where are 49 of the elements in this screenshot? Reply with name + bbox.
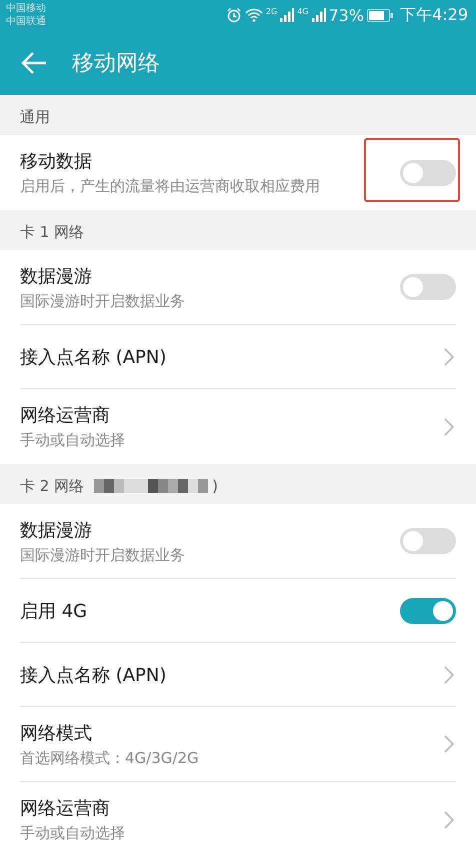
section-title: 通用 — [20, 108, 50, 126]
settings-row[interactable]: 启用 4G — [20, 579, 456, 643]
chevron-right-icon — [444, 810, 454, 828]
screen-title: 移动网络 — [72, 50, 160, 78]
row-title: 启用 4G — [20, 600, 88, 622]
settings-row[interactable]: 网络运营商 手动或自动选择 — [20, 782, 456, 848]
clock-time: 下午4:29 — [400, 4, 468, 26]
section-title: 卡 2 网络 — [20, 476, 84, 496]
wifi-icon — [244, 8, 263, 22]
row-title: 数据漫游 — [20, 264, 93, 288]
row-subtitle: 启用后，产生的流量将由运营商收取相应费用 — [20, 177, 320, 196]
network-type-label: 4G — [297, 6, 308, 16]
row-title: 接入点名称 (APN) — [20, 346, 166, 368]
network-type-label: 2G — [266, 6, 278, 16]
carrier-name: 中国联通 — [6, 15, 46, 28]
settings-row[interactable]: 网络运营商 手动或自动选择 — [20, 389, 456, 464]
row-title: 网络运营商 — [20, 797, 111, 820]
row-title: 数据漫游 — [20, 518, 93, 542]
chevron-right-icon — [444, 348, 454, 366]
settings-row[interactable]: 数据漫游 国际漫游时开启数据业务 — [20, 504, 456, 579]
settings-row[interactable]: 接入点名称 (APN) — [20, 643, 456, 707]
row-subtitle: 手动或自动选择 — [20, 431, 125, 450]
toggle-switch[interactable] — [400, 274, 456, 300]
row-subtitle: 手动或自动选择 — [20, 824, 125, 843]
chevron-right-icon — [444, 418, 454, 436]
toggle-switch[interactable] — [400, 598, 456, 624]
settings-row[interactable]: 网络模式 首选网络模式：4G/3G/2G — [20, 707, 456, 782]
toggle-switch[interactable] — [400, 160, 456, 186]
row-subtitle: 国际漫游时开启数据业务 — [20, 546, 185, 564]
row-subtitle: 国际漫游时开启数据业务 — [20, 292, 185, 310]
signal-bars-icon — [280, 8, 294, 22]
row-subtitle: 首选网络模式：4G/3G/2G — [20, 748, 199, 768]
toggle-switch[interactable] — [400, 528, 456, 554]
chevron-right-icon — [444, 666, 454, 684]
row-title: 移动数据 — [20, 150, 93, 173]
battery-percent: 73% — [328, 6, 364, 24]
row-title: 接入点名称 (APN) — [20, 664, 166, 686]
section-title: 卡 1 网络 — [20, 222, 84, 242]
back-arrow-icon[interactable] — [20, 50, 48, 74]
section-title-suffix: ) — [212, 477, 218, 495]
settings-row[interactable]: 数据漫游 国际漫游时开启数据业务 — [20, 250, 456, 325]
battery-icon — [367, 8, 394, 22]
alarm-clock-icon — [226, 7, 242, 23]
chevron-right-icon — [444, 735, 454, 753]
signal-bars-icon — [312, 8, 326, 22]
row-title: 网络运营商 — [20, 404, 111, 427]
carrier-name: 中国移动 — [6, 2, 46, 15]
row-title: 网络模式 — [20, 722, 93, 744]
settings-row[interactable]: 接入点名称 (APN) — [20, 325, 456, 389]
